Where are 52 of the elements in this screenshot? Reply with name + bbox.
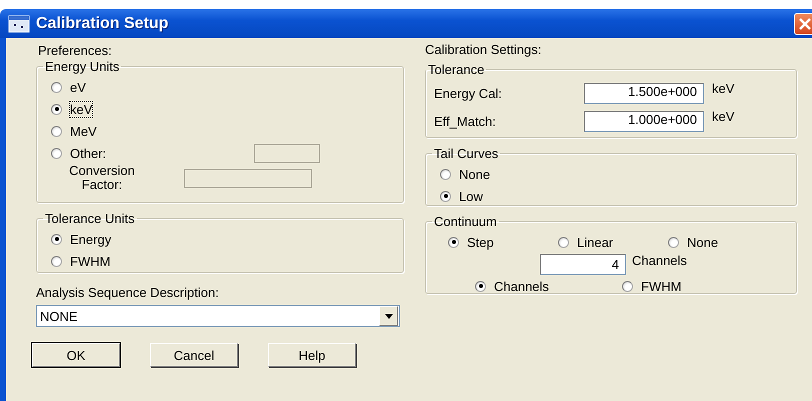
- input-field[interactable]: 1.500e+000: [584, 82, 704, 104]
- group-title: Energy Units: [44, 59, 120, 74]
- dialog-button[interactable]: Cancel: [150, 343, 238, 367]
- group-title: Tolerance Units: [44, 211, 136, 226]
- unit-label: Channels: [632, 253, 687, 268]
- unit-label: keV: [712, 109, 734, 124]
- radio-button[interactable]: [668, 236, 679, 248]
- close-icon: [798, 16, 812, 30]
- option-label[interactable]: FWHM: [641, 278, 682, 294]
- radio-button[interactable]: [51, 234, 62, 244]
- option-label[interactable]: FWHM: [70, 254, 110, 268]
- field-label: Analysis Sequence Description:: [36, 285, 220, 301]
- option-label[interactable]: Energy: [70, 232, 112, 246]
- option-label[interactable]: keV: [70, 102, 92, 116]
- field-label: Eff_Match:: [434, 114, 497, 128]
- field-label: Energy Cal:: [434, 86, 503, 100]
- unit-label: keV: [712, 81, 734, 96]
- radio-button[interactable]: [622, 280, 633, 292]
- window-icon: [8, 14, 30, 32]
- option-label[interactable]: Step: [467, 234, 494, 250]
- radio-button[interactable]: [51, 104, 62, 114]
- close-button[interactable]: [794, 12, 812, 34]
- radio-button[interactable]: [475, 280, 486, 292]
- sequence-dropdown[interactable]: NONE: [36, 305, 400, 327]
- group-title: Continuum: [433, 214, 498, 229]
- option-label[interactable]: None: [459, 166, 490, 182]
- input-field[interactable]: 4: [540, 254, 626, 274]
- radio-button[interactable]: [440, 168, 451, 180]
- group-title: Tolerance: [427, 62, 486, 77]
- section-label: Preferences:: [38, 43, 113, 59]
- option-label[interactable]: Other:: [70, 146, 106, 160]
- radio-button[interactable]: [51, 126, 62, 136]
- dialog-button[interactable]: OK: [32, 343, 120, 367]
- field-label: Conversion Factor:: [68, 164, 136, 192]
- section-label: Calibration Settings:: [425, 42, 542, 58]
- option-label[interactable]: MeV: [70, 124, 97, 138]
- input-field[interactable]: 1.000e+000: [584, 110, 704, 132]
- dialog-button[interactable]: Help: [268, 343, 356, 367]
- radio-button[interactable]: [51, 148, 62, 158]
- radio-button[interactable]: [558, 236, 569, 248]
- radio-button[interactable]: [448, 236, 459, 248]
- option-label[interactable]: None: [687, 234, 718, 250]
- group-title: Tail Curves: [433, 146, 500, 161]
- option-label[interactable]: eV: [70, 80, 86, 94]
- radio-button[interactable]: [440, 190, 451, 202]
- radio-button[interactable]: [51, 82, 62, 92]
- window-title: Calibration Setup: [36, 14, 168, 32]
- option-label[interactable]: Channels: [494, 278, 549, 294]
- dropdown-caret-icon[interactable]: [384, 314, 392, 318]
- option-label[interactable]: Low: [459, 188, 483, 204]
- radio-button[interactable]: [51, 256, 62, 266]
- option-label[interactable]: Linear: [577, 234, 614, 250]
